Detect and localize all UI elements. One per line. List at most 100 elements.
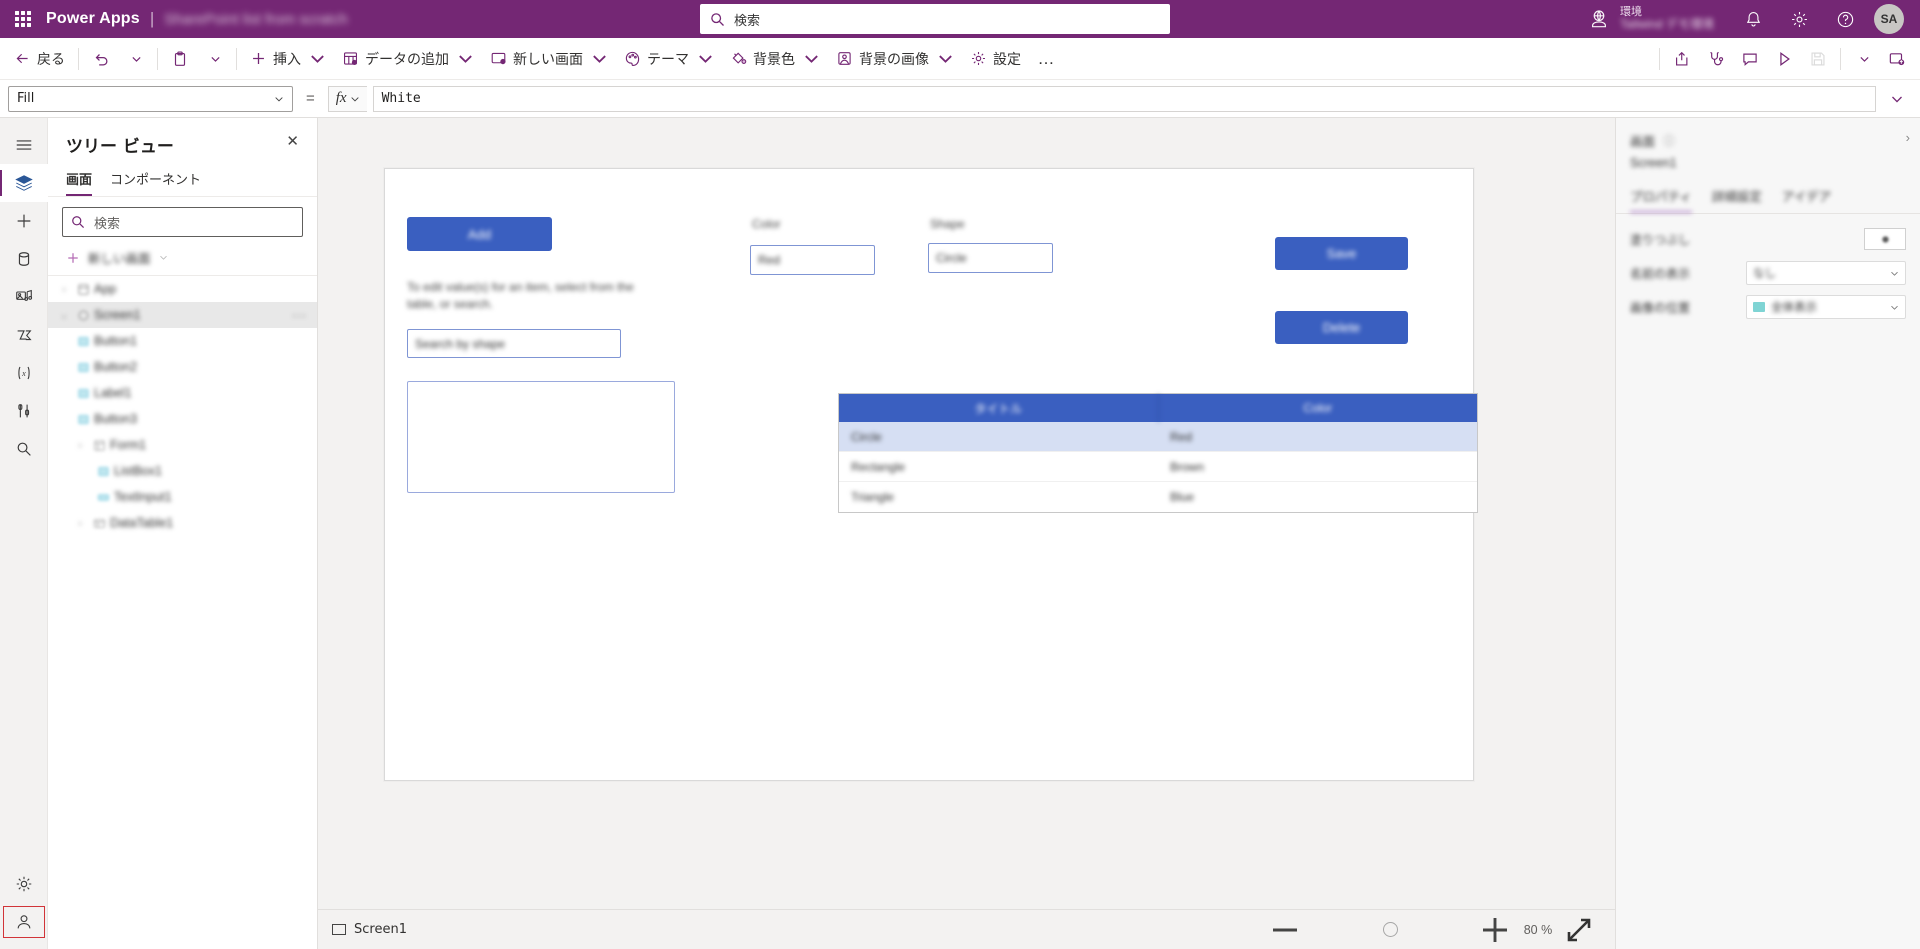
fill-color-swatch[interactable]	[1864, 228, 1906, 250]
more-button[interactable]	[1846, 43, 1880, 75]
zoom-slider-knob[interactable]	[1382, 922, 1398, 937]
canvas-search-input[interactable]: Search by shape	[407, 329, 621, 358]
tree-search-placeholder: 検索	[94, 216, 121, 232]
twisty-icon[interactable]: ›	[72, 440, 88, 450]
table-cell: Triangle	[851, 490, 894, 504]
canvas-add-button[interactable]: Add	[407, 217, 552, 251]
comments-button[interactable]	[1733, 43, 1767, 75]
paste-button[interactable]	[163, 43, 197, 75]
publish-button[interactable]	[1880, 43, 1914, 75]
table-row[interactable]: Triangle Blue	[839, 482, 1477, 512]
tree-item-listbox1[interactable]: ListBox1	[48, 458, 317, 484]
clipboard-icon	[174, 50, 186, 66]
rail-item-settings[interactable]	[0, 865, 48, 903]
twisty-icon[interactable]: ›	[72, 518, 88, 528]
settings-command-label: 設定	[993, 51, 1021, 68]
tab-advanced[interactable]: 詳細設定	[1712, 182, 1762, 213]
rail-item-data[interactable]	[0, 240, 48, 278]
property-selector[interactable]: Fill	[8, 85, 293, 112]
environment-selector[interactable]: 環境 Tailwind デモ環境	[1588, 6, 1714, 32]
twisty-icon[interactable]: ›	[56, 284, 72, 294]
table-row[interactable]: Rectangle Brown	[839, 452, 1477, 482]
rail-item-variables[interactable]: x	[0, 354, 48, 392]
formula-expand-button[interactable]	[1882, 92, 1912, 106]
preview-button[interactable]	[1767, 43, 1801, 75]
settings-button[interactable]	[1776, 0, 1822, 38]
tab-screens[interactable]: 画面	[66, 165, 93, 196]
tree-item-textinput1[interactable]: TextInput1	[48, 484, 317, 510]
environment-name: Tailwind デモ環境	[1619, 17, 1714, 32]
properties-subject-row: Screen1	[1616, 154, 1920, 182]
formula-input[interactable]: White	[372, 85, 1876, 112]
zoom-out-button[interactable]	[1265, 915, 1305, 945]
share-button[interactable]	[1665, 43, 1699, 75]
background-color-button[interactable]: 背景色	[722, 43, 828, 75]
canvas-shape-input[interactable]: Circle	[928, 243, 1053, 273]
table-cell: Red	[1170, 429, 1193, 444]
background-image-button[interactable]: 背景の画像	[828, 43, 962, 75]
undo-button[interactable]	[84, 43, 118, 75]
rail-item-tree-view[interactable]	[0, 164, 48, 202]
insert-button[interactable]: 挿入	[242, 43, 334, 75]
paste-dropdown[interactable]	[197, 43, 231, 75]
app-title[interactable]: SharePoint list from scratch	[164, 11, 347, 28]
rail-item-insert[interactable]	[0, 202, 48, 240]
help-icon	[1837, 11, 1853, 27]
tree-item-datatable1[interactable]: › DataTable1	[48, 510, 317, 536]
tree-item-label1[interactable]: Label1	[48, 380, 317, 406]
tree-item-overflow[interactable]: ···	[292, 308, 307, 322]
add-data-button[interactable]: データの追加	[334, 43, 482, 75]
tab-components[interactable]: コンポーネント	[110, 165, 201, 196]
fx-button[interactable]: fx	[327, 85, 367, 112]
back-button[interactable]: 戻る	[6, 43, 73, 75]
rail-item-media[interactable]	[0, 278, 48, 316]
tree-item-form1[interactable]: › Form1	[48, 432, 317, 458]
info-icon[interactable]: ⓘ	[1663, 132, 1675, 149]
canvas-save-button[interactable]: Save	[1275, 237, 1408, 270]
app-launcher-icon[interactable]	[0, 11, 46, 27]
status-screen-selector[interactable]: Screen1	[332, 922, 407, 937]
zoom-slider[interactable]	[1305, 915, 1475, 945]
rail-item-power-automate[interactable]	[0, 316, 48, 354]
tree-item-button1[interactable]: Button1	[48, 328, 317, 354]
tree-item-button2[interactable]: Button2	[48, 354, 317, 380]
tab-properties[interactable]: プロパティ	[1630, 182, 1692, 213]
rail-item-account[interactable]	[0, 903, 48, 941]
tree-item-button3[interactable]: Button3	[48, 406, 317, 432]
undo-dropdown[interactable]	[118, 43, 152, 75]
image-position-dropdown[interactable]: 全体表示	[1746, 295, 1906, 319]
app-checker-button[interactable]	[1699, 43, 1733, 75]
tree-view-header: ツリー ビュー ✕	[48, 118, 317, 165]
display-name-dropdown[interactable]: なし	[1746, 261, 1906, 285]
app-screen-canvas[interactable]: Add To edit value(s) for an item, select…	[384, 168, 1478, 781]
fit-to-screen-button[interactable]	[1561, 915, 1597, 945]
canvas-color-input[interactable]: Red	[750, 245, 875, 275]
tab-ideas[interactable]: アイデア	[1782, 182, 1831, 213]
canvas-data-table[interactable]: タイトル Color Circle Red Rectangle Brown Tr…	[838, 393, 1478, 513]
user-avatar[interactable]: SA	[1874, 4, 1904, 34]
insert-label: 挿入	[273, 51, 301, 68]
canvas-listbox[interactable]	[407, 381, 675, 493]
collapse-panel-button[interactable]: ›	[1906, 130, 1910, 145]
settings-command-button[interactable]: 設定	[962, 43, 1029, 75]
theme-button[interactable]: テーマ	[616, 43, 722, 75]
help-button[interactable]	[1822, 0, 1868, 38]
notifications-button[interactable]	[1730, 0, 1776, 38]
tree-item-app[interactable]: › App	[48, 276, 317, 302]
new-screen-row[interactable]: 新しい画面	[48, 243, 317, 275]
rail-item-search[interactable]	[0, 430, 48, 468]
new-screen-button[interactable]: 新しい画面	[482, 43, 616, 75]
global-search-box[interactable]: 検索	[700, 4, 1170, 34]
canvas-delete-button[interactable]: Delete	[1275, 311, 1408, 344]
brand-logo[interactable]: Power Apps	[46, 10, 140, 28]
save-button[interactable]	[1801, 43, 1835, 75]
overflow-button[interactable]: …	[1029, 43, 1063, 75]
close-icon[interactable]: ✕	[282, 132, 303, 151]
zoom-in-button[interactable]	[1475, 915, 1515, 945]
tree-item-screen1[interactable]: ⌄ Screen1 ···	[48, 302, 317, 328]
tree-search-input[interactable]: 検索	[62, 207, 303, 237]
table-row[interactable]: Circle Red	[839, 422, 1477, 452]
rail-item-hamburger-menu[interactable]	[0, 126, 48, 164]
rail-item-tools[interactable]	[0, 392, 48, 430]
twisty-icon[interactable]: ⌄	[56, 310, 72, 321]
